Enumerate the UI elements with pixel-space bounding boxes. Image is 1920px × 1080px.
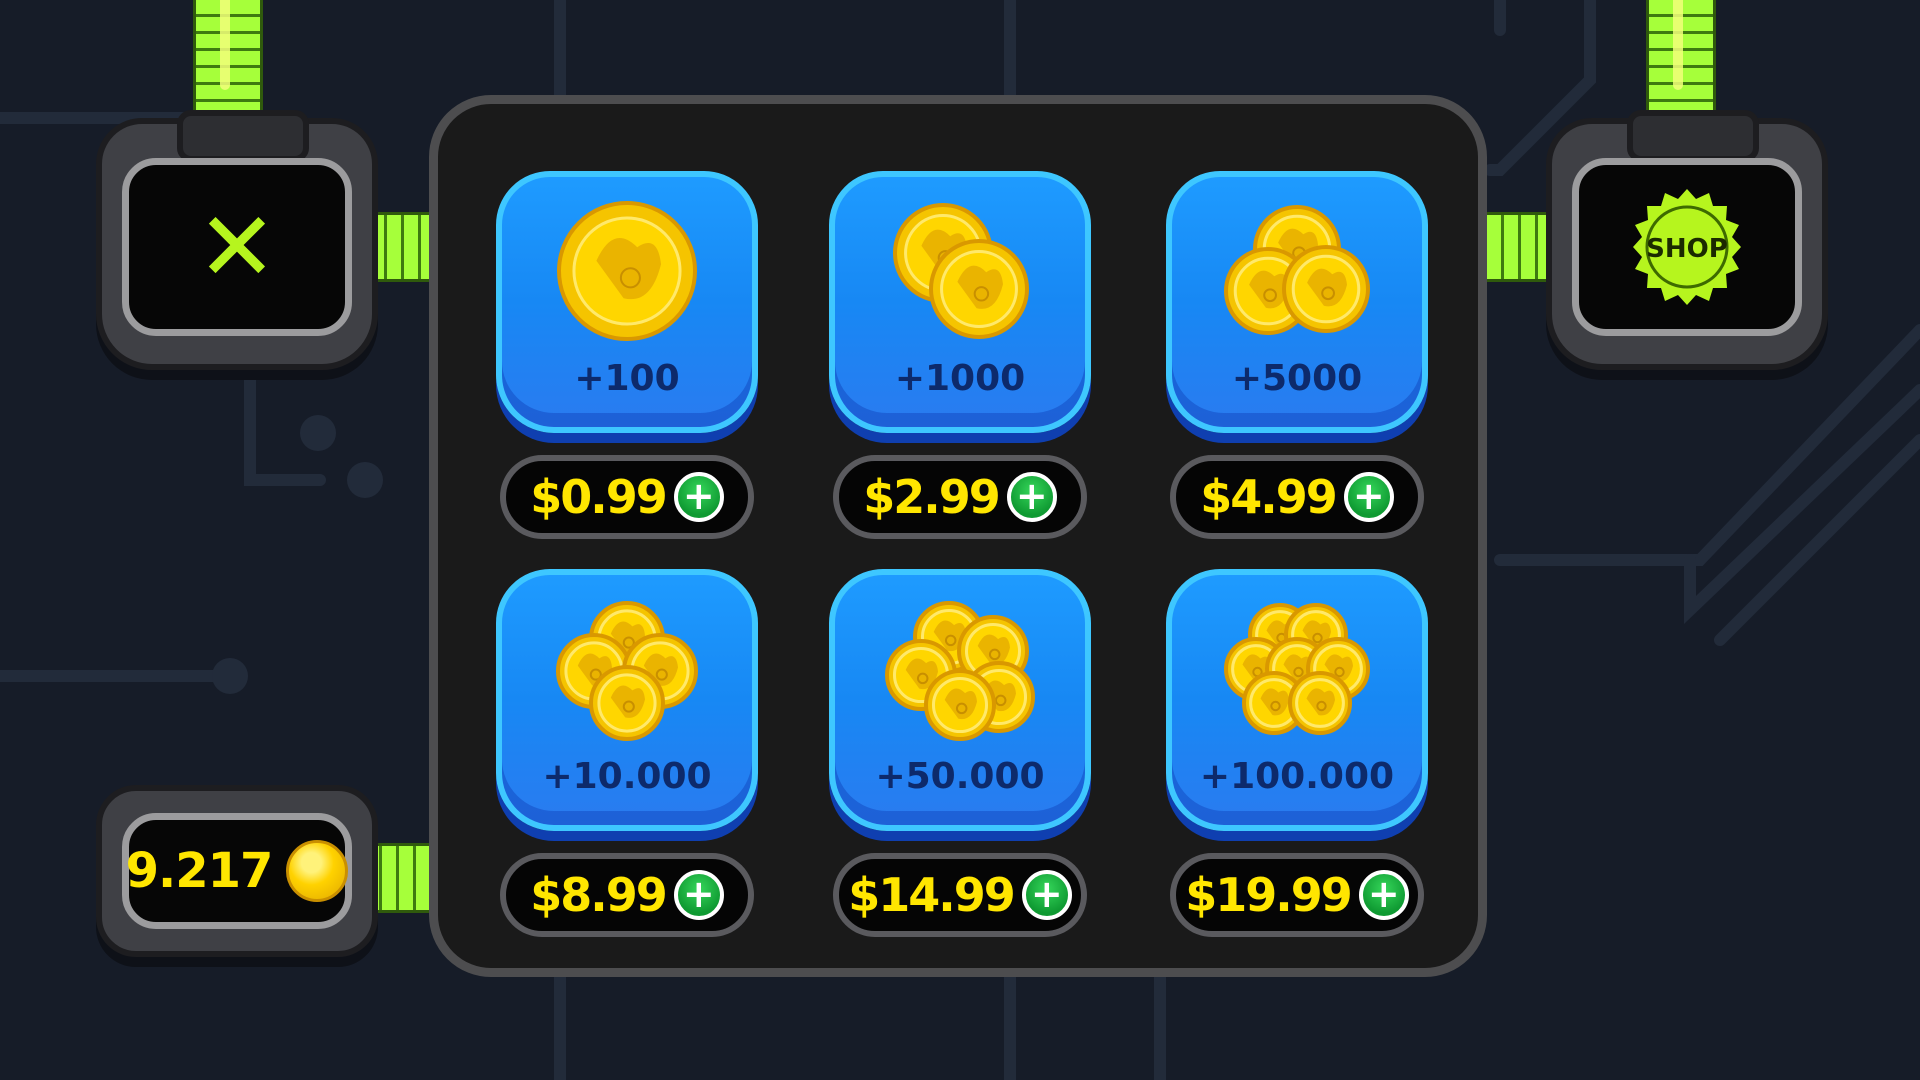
plus-icon: + bbox=[673, 472, 724, 522]
top-left-pipe bbox=[193, 0, 263, 128]
plus-icon: + bbox=[1343, 472, 1394, 522]
shop-label: SHOP bbox=[1646, 234, 1728, 264]
close-monitor: ✕ bbox=[96, 110, 378, 370]
coin-pack-tile[interactable]: +1000 bbox=[829, 171, 1091, 433]
buy-button[interactable]: $14.99 + bbox=[833, 853, 1087, 937]
close-screen: ✕ bbox=[122, 158, 352, 336]
buy-button[interactable]: $0.99 + bbox=[500, 455, 754, 539]
coin-stack-icon bbox=[893, 203, 1029, 339]
coin-pack-tile[interactable]: +50.000 bbox=[829, 569, 1091, 831]
coin-pack-tile[interactable]: +10.000 bbox=[496, 569, 758, 831]
coin-icon bbox=[286, 840, 349, 902]
monitor-cap bbox=[177, 110, 309, 162]
coin-balance: 9.217 bbox=[125, 843, 274, 899]
coin-pack-item: +50.000 $14.99 + bbox=[829, 569, 1091, 937]
coin-amount: +5000 bbox=[1231, 358, 1363, 399]
coin-pack-item: +10.000 $8.99 + bbox=[496, 569, 758, 937]
coin-pack-item: +100 $0.99 + bbox=[496, 171, 758, 539]
price-label: $14.99 bbox=[848, 868, 1016, 922]
left-connector-pipe bbox=[370, 212, 432, 282]
coin-amount: +100 bbox=[574, 358, 680, 399]
coin-amount: +1000 bbox=[894, 358, 1026, 399]
coin-amount: +50.000 bbox=[875, 756, 1045, 797]
balance-screen: 9.217 bbox=[122, 813, 352, 929]
balance-monitor: 9.217 bbox=[96, 785, 378, 957]
monitor-cap bbox=[1627, 110, 1759, 162]
balance-display: 9.217 bbox=[126, 840, 349, 902]
coin-amount: +100.000 bbox=[1199, 756, 1395, 797]
price-label: $4.99 bbox=[1200, 470, 1338, 524]
price-label: $8.99 bbox=[530, 868, 668, 922]
top-right-pipe bbox=[1646, 0, 1716, 128]
coin-stack-icon bbox=[1224, 205, 1370, 335]
coin-stack-icon bbox=[556, 601, 698, 741]
buy-button[interactable]: $19.99 + bbox=[1170, 853, 1424, 937]
coin-stack-icon bbox=[557, 201, 697, 341]
plus-icon: + bbox=[673, 870, 724, 920]
coin-pack-item: +5000 $4.99 + bbox=[1166, 171, 1428, 539]
coin-pack-tile[interactable]: +100.000 bbox=[1166, 569, 1428, 831]
plus-icon: + bbox=[1358, 870, 1409, 920]
coin-amount: +10.000 bbox=[542, 756, 712, 797]
price-label: $19.99 bbox=[1185, 868, 1353, 922]
buy-button[interactable]: $4.99 + bbox=[1170, 455, 1424, 539]
shop-badge-icon[interactable]: SHOP bbox=[1627, 187, 1747, 307]
coin-pack-item: +1000 $2.99 + bbox=[829, 171, 1091, 539]
buy-button[interactable]: $2.99 + bbox=[833, 455, 1087, 539]
plus-icon: + bbox=[1006, 472, 1057, 522]
plus-icon: + bbox=[1021, 870, 1072, 920]
close-x-icon[interactable]: ✕ bbox=[197, 199, 277, 295]
coin-stack-icon bbox=[885, 601, 1035, 741]
buy-button[interactable]: $8.99 + bbox=[500, 853, 754, 937]
shop-panel: +100$0.99+ +1000$2.99+ +5000$4.99+ bbox=[429, 95, 1487, 977]
coin-pack-item: +100.000 $19.99 + bbox=[1166, 569, 1428, 937]
coin-pack-tile[interactable]: +5000 bbox=[1166, 171, 1428, 433]
coin-stack-icon bbox=[1224, 603, 1370, 735]
shop-monitor: SHOP bbox=[1546, 110, 1828, 370]
shop-screen: SHOP bbox=[1572, 158, 1802, 336]
price-label: $0.99 bbox=[530, 470, 668, 524]
price-label: $2.99 bbox=[863, 470, 1001, 524]
right-connector-pipe bbox=[1487, 212, 1547, 282]
coin-pack-tile[interactable]: +100 bbox=[496, 171, 758, 433]
